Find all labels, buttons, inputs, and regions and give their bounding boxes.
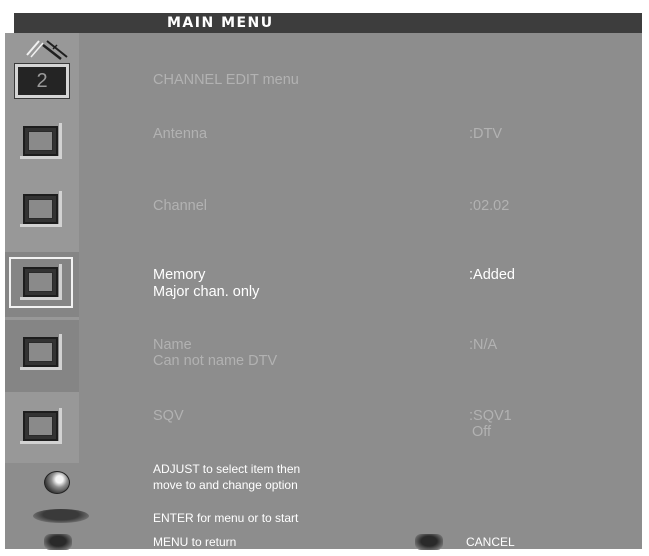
antenna-icon	[26, 40, 68, 60]
memory-value[interactable]: :Added	[469, 267, 515, 284]
sqv-label[interactable]: SQV	[153, 408, 184, 425]
enter-button-icon	[33, 509, 89, 523]
adjust-help-line-2: move to and change option	[153, 478, 298, 492]
name-label[interactable]: Name	[153, 337, 192, 354]
tv-menu-screen: MAIN MENU 2 CHANNEL EDIT menu Antenna :D…	[0, 0, 649, 556]
memory-row-icon[interactable]	[20, 264, 62, 300]
channel-row-icon[interactable]	[20, 191, 62, 227]
enter-help: ENTER for menu or to start	[153, 511, 299, 525]
adjust-help-line-1: ADJUST to select item then	[153, 462, 301, 476]
antenna-label[interactable]: Antenna	[153, 126, 207, 143]
antenna-value[interactable]: :DTV	[469, 126, 502, 143]
memory-sublabel: Major chan. only	[153, 284, 260, 300]
page-title: MAIN MENU	[167, 15, 274, 31]
channel-label[interactable]: Channel	[153, 198, 207, 215]
cancel-help: CANCEL	[466, 535, 515, 549]
jog-dial-icon	[44, 471, 70, 494]
menu-button-icon	[44, 534, 72, 550]
title-bar: MAIN MENU	[14, 13, 642, 33]
memory-label[interactable]: Memory	[153, 267, 205, 284]
sqv-row-icon[interactable]	[20, 408, 62, 444]
menu-panel	[5, 33, 642, 549]
name-row-icon[interactable]	[20, 334, 62, 370]
name-value[interactable]: :N/A	[469, 337, 497, 354]
menu-heading: CHANNEL EDIT menu	[153, 72, 299, 88]
menu-help: MENU to return	[153, 535, 237, 549]
channel-value[interactable]: :02.02	[469, 198, 509, 215]
channel-number-badge: 2	[14, 63, 70, 99]
sqv-subvalue: Off	[472, 424, 492, 440]
name-sublabel: Can not name DTV	[153, 353, 278, 369]
cancel-button-icon	[415, 534, 443, 550]
antenna-row-icon[interactable]	[20, 123, 62, 159]
sqv-value[interactable]: :SQV1	[469, 408, 512, 425]
